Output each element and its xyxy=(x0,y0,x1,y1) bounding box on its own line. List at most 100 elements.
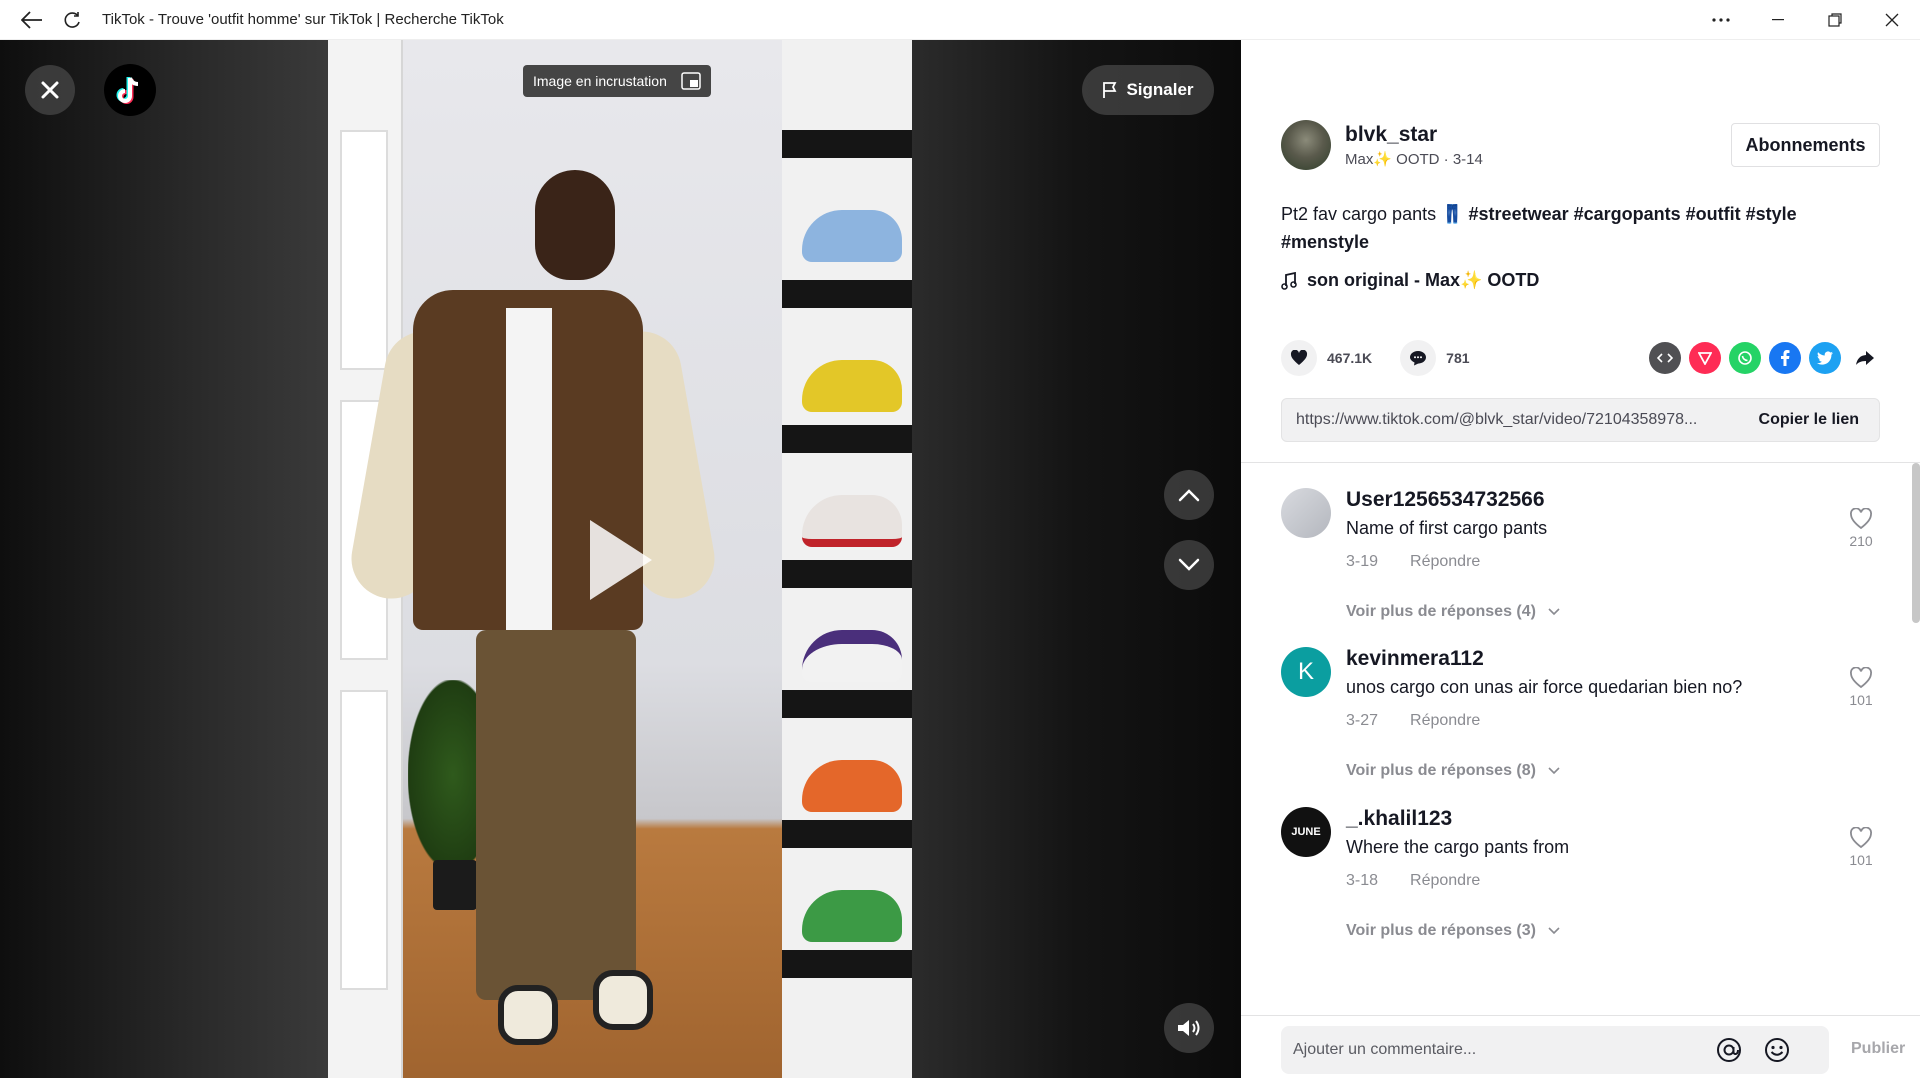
volume-button[interactable] xyxy=(1164,1003,1214,1053)
twitter-icon[interactable] xyxy=(1809,342,1841,374)
comment-stat[interactable]: 781 xyxy=(1400,340,1470,376)
avatar-letter: JUNE xyxy=(1291,826,1321,838)
volume-icon xyxy=(1178,1020,1200,1036)
view-more-label: Voir plus de réponses (4) xyxy=(1346,603,1536,620)
pip-icon xyxy=(681,72,701,90)
follow-button[interactable]: Abonnements xyxy=(1731,123,1880,167)
heart-icon[interactable] xyxy=(1281,340,1317,376)
facebook-icon[interactable] xyxy=(1769,342,1801,374)
avatar-letter: K xyxy=(1297,658,1314,685)
comment-avatar[interactable]: K xyxy=(1281,647,1331,697)
comment-placeholder: Ajouter un commentaire... xyxy=(1293,1041,1477,1058)
report-label: Signaler xyxy=(1126,80,1194,99)
like-count: 467.1K xyxy=(1327,350,1373,366)
comment-count: 781 xyxy=(1446,350,1470,366)
share-row xyxy=(1649,342,1881,374)
comment-like[interactable]: 210 xyxy=(1841,507,1881,549)
share-arrow-icon[interactable] xyxy=(1849,342,1881,374)
comment-like-count: 101 xyxy=(1849,692,1873,708)
tiktok-send-icon[interactable] xyxy=(1689,342,1721,374)
publish-button[interactable]: Publier xyxy=(1851,1040,1905,1058)
mention-icon[interactable] xyxy=(1713,1034,1745,1066)
more-options-icon[interactable] xyxy=(1692,0,1749,40)
comment-date: 3-27 xyxy=(1346,712,1379,729)
author-info[interactable]: blvk_star Max✨ OOTD · 3-14 xyxy=(1281,120,1483,170)
comment-avatar[interactable] xyxy=(1281,488,1331,538)
refresh-icon[interactable] xyxy=(52,0,92,40)
details-panel: blvk_star Max✨ OOTD · 3-14 Abonnements P… xyxy=(1241,40,1920,1078)
report-button[interactable]: Signaler xyxy=(1082,65,1214,115)
pip-label: Image en incrustation xyxy=(533,73,667,89)
video-description: Pt2 fav cargo pants 👖 #streetwear #cargo… xyxy=(1281,200,1881,256)
copy-link-button[interactable]: Copier le lien xyxy=(1759,411,1859,429)
video-stats: 467.1K 781 xyxy=(1281,340,1498,376)
chevron-down-icon xyxy=(1548,608,1560,616)
comment-date: 3-19 xyxy=(1346,553,1379,570)
comment-username[interactable]: _.khalil123 xyxy=(1346,807,1816,831)
view-more-replies[interactable]: Voir plus de réponses (8) xyxy=(1346,762,1816,780)
video-url[interactable]: https://www.tiktok.com/@blvk_star/video/… xyxy=(1296,411,1736,429)
jeans-emoji: 👖 xyxy=(1441,204,1464,224)
emoji-icon[interactable] xyxy=(1761,1034,1793,1066)
view-more-label: Voir plus de réponses (8) xyxy=(1346,762,1536,779)
author-avatar[interactable] xyxy=(1281,120,1331,170)
close-video-button[interactable] xyxy=(25,65,75,115)
heart-outline-icon xyxy=(1850,666,1872,689)
picture-in-picture-button[interactable]: Image en incrustation xyxy=(523,65,711,97)
view-more-replies[interactable]: Voir plus de réponses (3) xyxy=(1346,922,1816,940)
comment-avatar[interactable]: JUNE xyxy=(1281,807,1331,857)
comment-text: Where the cargo pants from xyxy=(1346,837,1570,857)
video-link-box[interactable]: https://www.tiktok.com/@blvk_star/video/… xyxy=(1281,398,1880,442)
heart-outline-icon xyxy=(1850,507,1872,530)
author-username[interactable]: blvk_star xyxy=(1345,123,1483,147)
flag-icon xyxy=(1103,82,1117,98)
comments-list[interactable]: User1256534732566 Name of first cargo pa… xyxy=(1241,463,1920,1015)
author-subtitle: Max✨ OOTD · 3-14 xyxy=(1345,150,1483,168)
comment-composer: Ajouter un commentaire... Publier xyxy=(1241,1015,1920,1078)
minimize-icon[interactable] xyxy=(1749,0,1806,40)
like-stat[interactable]: 467.1K xyxy=(1281,340,1372,376)
comment-username[interactable]: kevinmera112 xyxy=(1346,647,1816,671)
comment-like[interactable]: 101 xyxy=(1841,666,1881,708)
embed-icon[interactable] xyxy=(1649,342,1681,374)
title-bar: TikTok - Trouve 'outfit homme' sur TikTo… xyxy=(0,0,1920,40)
reply-button[interactable]: Répondre xyxy=(1410,872,1480,890)
tiktok-logo[interactable] xyxy=(104,64,156,116)
comment-text: Name of first cargo pants xyxy=(1346,518,1548,538)
comment-like[interactable]: 101 xyxy=(1841,826,1881,868)
video-blur-background-left xyxy=(0,40,328,1078)
music-link[interactable]: son original - Max✨ OOTD xyxy=(1281,270,1539,291)
play-icon[interactable] xyxy=(590,520,652,600)
window-title: TikTok - Trouve 'outfit homme' sur TikTo… xyxy=(102,11,504,28)
comment-like-count: 210 xyxy=(1849,533,1873,549)
view-more-label: Voir plus de réponses (3) xyxy=(1346,922,1536,939)
whatsapp-icon[interactable] xyxy=(1729,342,1761,374)
chevron-up-icon xyxy=(1178,489,1200,502)
comments-scrollbar[interactable] xyxy=(1912,463,1920,623)
comment-input[interactable]: Ajouter un commentaire... xyxy=(1281,1026,1829,1074)
chevron-down-icon xyxy=(1178,558,1200,571)
previous-video-button[interactable] xyxy=(1164,470,1214,520)
comment-text: unos cargo con unas air force quedarian … xyxy=(1346,677,1743,697)
music-note-icon xyxy=(1281,271,1297,290)
view-more-replies[interactable]: Voir plus de réponses (4) xyxy=(1346,603,1816,621)
heart-outline-icon xyxy=(1850,826,1872,849)
comment-username[interactable]: User1256534732566 xyxy=(1346,488,1816,512)
reply-button[interactable]: Répondre xyxy=(1410,712,1480,730)
comment-like-count: 101 xyxy=(1849,852,1873,868)
close-window-icon[interactable] xyxy=(1863,0,1920,40)
video-player[interactable]: Image en incrustation Signaler xyxy=(0,40,1241,1078)
reply-button[interactable]: Répondre xyxy=(1410,553,1480,571)
close-icon xyxy=(41,81,59,99)
music-label: son original - Max✨ OOTD xyxy=(1307,270,1540,290)
video-frame[interactable] xyxy=(328,40,912,1078)
chevron-down-icon xyxy=(1548,927,1560,935)
back-icon[interactable] xyxy=(12,0,52,40)
comment-date: 3-18 xyxy=(1346,872,1379,889)
restore-icon[interactable] xyxy=(1806,0,1863,40)
comment-icon[interactable] xyxy=(1400,340,1437,376)
chevron-down-icon xyxy=(1548,767,1560,775)
next-video-button[interactable] xyxy=(1164,540,1214,590)
person xyxy=(328,40,912,1045)
description-text: Pt2 fav cargo pants xyxy=(1281,204,1442,224)
